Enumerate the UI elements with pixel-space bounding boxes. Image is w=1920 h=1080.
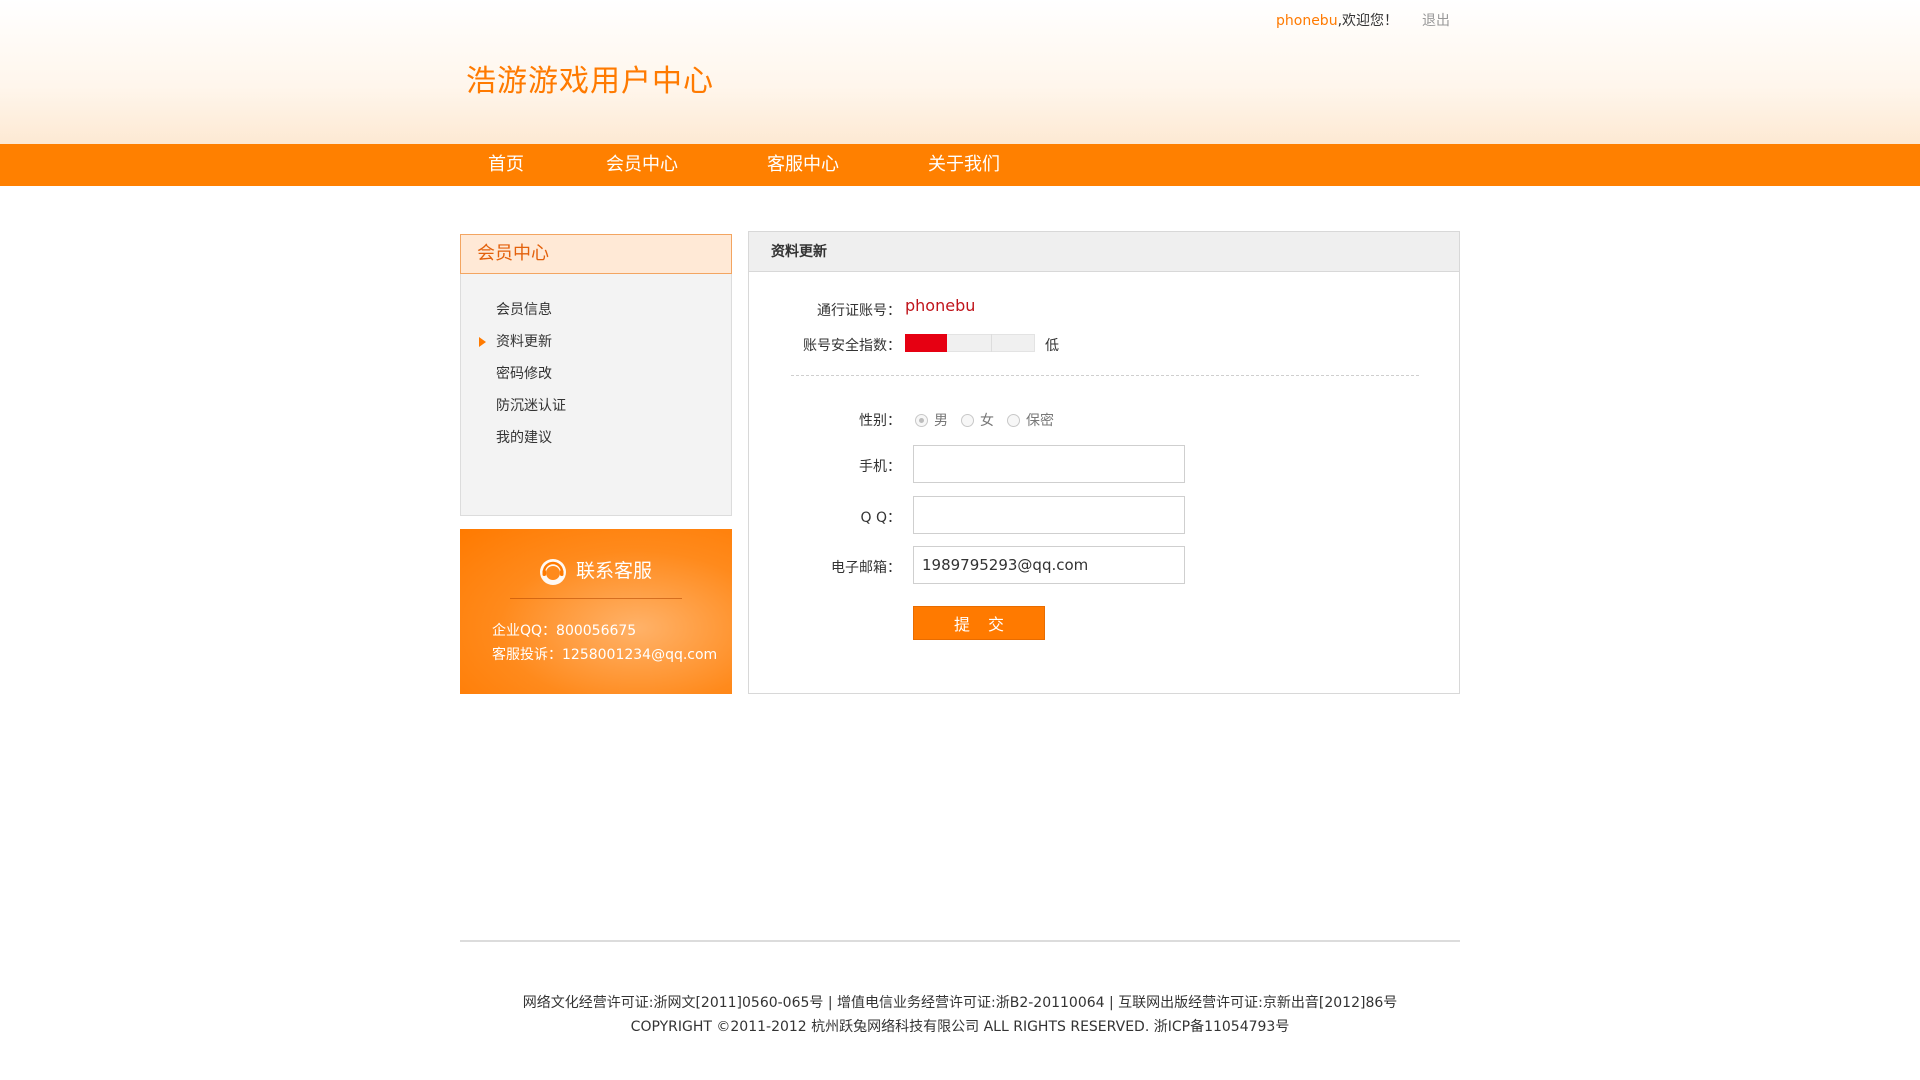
account-label: 通行证账号：	[817, 303, 901, 319]
username-link[interactable]: phonebu	[1276, 13, 1338, 29]
contact-qq: 企业QQ：800056675	[492, 623, 637, 639]
sidebar-item-suggestions[interactable]: 我的建议	[461, 422, 731, 454]
contact-complaint-email: 客服投诉：1258001234@qq.com	[492, 647, 718, 663]
sidebar-item-label: 防沉迷认证	[496, 398, 566, 414]
nav-item-member-center[interactable]: 会员中心	[606, 144, 678, 186]
radio-icon[interactable]	[1007, 413, 1020, 427]
profile-update-panel: 资料更新 通行证账号： phonebu 账号安全指数： 低 性别： 男 女 保密…	[748, 231, 1460, 694]
security-strength-meter	[905, 334, 1035, 352]
main-nav: 首页 会员中心 客服中心 关于我们	[0, 144, 1920, 186]
email-label: 电子邮箱：	[831, 560, 901, 576]
header: phonebu,欢迎您！ 退出 浩游游戏用户中心	[0, 0, 1920, 144]
gender-radio-male[interactable]: 男	[915, 410, 948, 430]
panel-title: 资料更新	[749, 232, 1459, 272]
footer-licenses: 网络文化经营许可证:浙网文[2011]0560-065号 | 增值电信业务经营许…	[522, 995, 1398, 1011]
security-strength-fill	[905, 334, 947, 352]
email-input[interactable]	[913, 546, 1185, 584]
gender-option-label: 保密	[1026, 413, 1054, 429]
section-divider	[791, 375, 1419, 376]
gender-radio-female[interactable]: 女	[961, 410, 994, 430]
headset-icon	[538, 557, 568, 587]
sidebar-item-label: 密码修改	[496, 366, 552, 382]
submit-button[interactable]: 提交	[913, 606, 1045, 640]
nav-item-home[interactable]: 首页	[488, 144, 524, 186]
footer-copyright: COPYRIGHT ©2011-2012 杭州跃兔网络科技有限公司 ALL RI…	[630, 1019, 1290, 1035]
active-arrow-icon	[479, 337, 486, 347]
qq-input[interactable]	[913, 496, 1185, 534]
phone-label: 手机：	[859, 459, 901, 475]
sidebar-item-label: 会员信息	[496, 302, 552, 318]
sidebar-item-member-info[interactable]: 会员信息	[461, 294, 731, 326]
contact-title: 联系客服	[538, 555, 652, 587]
sidebar-title: 会员中心	[460, 234, 732, 274]
gender-option-label: 女	[980, 413, 994, 429]
phone-input[interactable]	[913, 445, 1185, 483]
account-value: phonebu	[905, 296, 976, 315]
meter-divider	[991, 334, 992, 352]
sidebar-item-change-password[interactable]: 密码修改	[461, 358, 731, 390]
sidebar-item-anti-addiction[interactable]: 防沉迷认证	[461, 390, 731, 422]
radio-icon[interactable]	[961, 413, 974, 427]
sidebar-item-label: 资料更新	[496, 334, 552, 350]
security-label: 账号安全指数：	[803, 338, 901, 354]
footer-divider	[460, 940, 1460, 942]
logout-link[interactable]: 退出	[1422, 13, 1450, 29]
gender-label: 性别：	[859, 413, 901, 429]
nav-item-about-us[interactable]: 关于我们	[928, 144, 1000, 186]
contact-service-box: 联系客服 企业QQ：800056675 客服投诉：1258001234@qq.c…	[460, 529, 732, 694]
user-bar: phonebu,欢迎您！ 退出	[1276, 10, 1450, 30]
qq-label: Q Q：	[860, 510, 902, 526]
radio-icon[interactable]	[915, 413, 928, 427]
gender-option-label: 男	[934, 413, 948, 429]
nav-item-customer-service[interactable]: 客服中心	[767, 144, 839, 186]
site-title[interactable]: 浩游游戏用户中心	[466, 56, 714, 100]
contact-divider	[510, 598, 682, 599]
gender-radio-secret[interactable]: 保密	[1007, 410, 1054, 430]
security-level-text: 低	[1045, 338, 1059, 354]
contact-title-text: 联系客服	[576, 560, 653, 582]
sidebar-item-profile-update[interactable]: 资料更新	[461, 326, 731, 358]
sidebar: 会员中心 会员信息 资料更新 密码修改 防沉迷认证 我的建议	[460, 234, 732, 516]
sidebar-item-label: 我的建议	[496, 430, 552, 446]
welcome-text: ,欢迎您！	[1337, 13, 1399, 29]
sidebar-menu: 会员信息 资料更新 密码修改 防沉迷认证 我的建议	[461, 274, 731, 454]
